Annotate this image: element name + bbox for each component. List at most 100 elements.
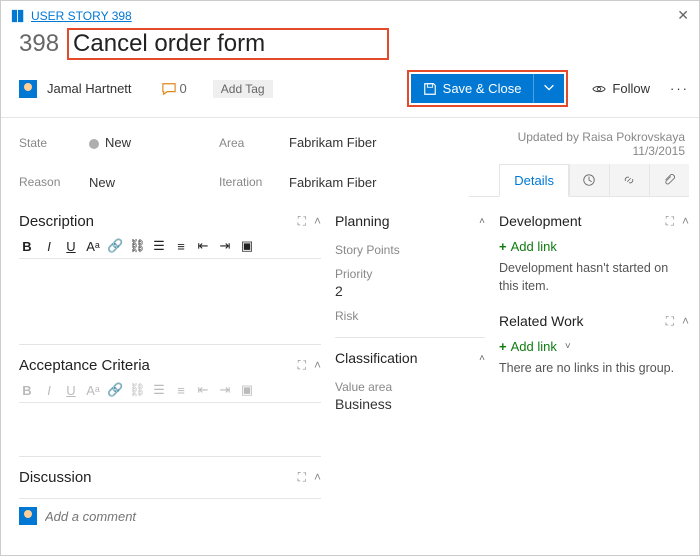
link-button[interactable]: 🔗 bbox=[107, 238, 123, 254]
bullets-button[interactable]: ☰ bbox=[151, 238, 167, 254]
eye-icon bbox=[592, 82, 606, 96]
title-input[interactable] bbox=[73, 30, 383, 58]
link-button[interactable]: 🔗 bbox=[107, 382, 123, 398]
tab-bar: Details bbox=[469, 164, 689, 197]
updated-text: Updated by Raisa Pokrovskaya 11/3/2015 bbox=[469, 128, 689, 158]
area-label: Area bbox=[219, 136, 289, 150]
area-value[interactable]: Fabrikam Fiber bbox=[289, 135, 449, 150]
indent-button[interactable]: ⇥ bbox=[217, 238, 233, 254]
expand-icon[interactable]: ⛶ bbox=[298, 358, 306, 373]
chevron-down-icon: ˅ bbox=[565, 341, 571, 352]
state-value[interactable]: New bbox=[89, 135, 219, 150]
save-icon bbox=[423, 82, 437, 96]
outdent-button[interactable]: ⇤ bbox=[195, 238, 211, 254]
tab-history[interactable] bbox=[569, 164, 609, 196]
add-related-link[interactable]: + Add link ˅ bbox=[499, 339, 689, 354]
image-button[interactable]: ▣ bbox=[239, 238, 255, 254]
collapse-icon[interactable]: ˄ bbox=[479, 216, 485, 227]
expand-icon[interactable]: ⛶ bbox=[298, 470, 306, 485]
state-label: State bbox=[19, 136, 89, 150]
collapse-icon[interactable]: ˄ bbox=[314, 214, 321, 229]
value-area-label: Value area bbox=[335, 380, 485, 394]
numbered-button[interactable]: ≡ bbox=[173, 239, 189, 254]
related-heading: Related Work bbox=[499, 313, 666, 329]
bold-button[interactable]: B bbox=[19, 239, 35, 254]
underline-button[interactable]: U bbox=[63, 239, 79, 254]
development-empty-text: Development hasn't started on this item. bbox=[499, 260, 689, 295]
assignee-name[interactable]: Jamal Hartnett bbox=[47, 81, 132, 96]
collapse-icon[interactable]: ˄ bbox=[682, 314, 689, 329]
related-empty-text: There are no links in this group. bbox=[499, 360, 689, 378]
unlink-button[interactable]: ⛓ bbox=[129, 238, 145, 254]
font-button[interactable]: Aᵃ bbox=[85, 383, 101, 398]
work-item-id: 398 bbox=[19, 30, 59, 58]
state-dot-icon bbox=[89, 139, 99, 149]
underline-button[interactable]: U bbox=[63, 383, 79, 398]
classification-heading: Classification bbox=[335, 350, 475, 366]
collapse-icon[interactable]: ˄ bbox=[314, 470, 321, 485]
development-heading: Development bbox=[499, 213, 666, 229]
iteration-value[interactable]: Fabrikam Fiber bbox=[289, 175, 449, 190]
comments-count: 0 bbox=[180, 81, 187, 96]
risk-label: Risk bbox=[335, 309, 485, 323]
avatar bbox=[19, 507, 37, 525]
acceptance-editor[interactable] bbox=[19, 402, 321, 442]
meta-grid: State New Area Fabrikam Fiber Reason New… bbox=[19, 128, 449, 197]
outdent-button[interactable]: ⇤ bbox=[195, 382, 211, 398]
description-toolbar: B I U Aᵃ 🔗 ⛓ ☰ ≡ ⇤ ⇥ ▣ bbox=[19, 234, 321, 258]
add-development-link[interactable]: + Add link bbox=[499, 239, 689, 254]
planning-heading: Planning bbox=[335, 213, 475, 229]
collapse-icon[interactable]: ˄ bbox=[479, 353, 485, 364]
priority-value[interactable]: 2 bbox=[335, 283, 485, 299]
plus-icon: + bbox=[499, 339, 507, 354]
italic-button[interactable]: I bbox=[41, 383, 57, 398]
link-icon bbox=[622, 173, 636, 187]
image-button[interactable]: ▣ bbox=[239, 382, 255, 398]
expand-icon[interactable]: ⛶ bbox=[666, 214, 674, 229]
collapse-icon[interactable]: ˄ bbox=[314, 358, 321, 373]
avatar bbox=[19, 80, 37, 98]
follow-button[interactable]: Follow bbox=[592, 81, 650, 96]
follow-label: Follow bbox=[612, 81, 650, 96]
breadcrumb-link[interactable]: USER STORY 398 bbox=[31, 9, 132, 23]
iteration-label: Iteration bbox=[219, 175, 289, 189]
description-editor[interactable] bbox=[19, 258, 321, 330]
save-and-close-button[interactable]: Save & Close bbox=[411, 74, 534, 103]
attachment-icon bbox=[662, 173, 676, 187]
tab-links[interactable] bbox=[609, 164, 649, 196]
acceptance-toolbar: B I U Aᵃ 🔗 ⛓ ☰ ≡ ⇤ ⇥ ▣ bbox=[19, 378, 321, 402]
bullets-button[interactable]: ☰ bbox=[151, 382, 167, 398]
description-heading: Description bbox=[19, 213, 298, 230]
value-area-value[interactable]: Business bbox=[335, 396, 485, 412]
acceptance-heading: Acceptance Criteria bbox=[19, 357, 298, 374]
comment-icon bbox=[162, 82, 176, 96]
history-icon bbox=[582, 173, 596, 187]
discussion-input[interactable] bbox=[45, 509, 321, 524]
reason-label: Reason bbox=[19, 175, 89, 189]
priority-label: Priority bbox=[335, 267, 485, 281]
expand-icon[interactable]: ⛶ bbox=[666, 314, 674, 329]
italic-button[interactable]: I bbox=[41, 239, 57, 254]
close-icon[interactable]: ✕ bbox=[677, 7, 689, 24]
more-actions-button[interactable]: ··· bbox=[670, 81, 689, 96]
save-dropdown-button[interactable] bbox=[533, 74, 564, 103]
numbered-button[interactable]: ≡ bbox=[173, 383, 189, 398]
title-highlight bbox=[67, 28, 389, 60]
reason-value[interactable]: New bbox=[89, 175, 219, 190]
save-label: Save & Close bbox=[443, 81, 522, 96]
add-tag-button[interactable]: Add Tag bbox=[213, 80, 273, 98]
book-icon bbox=[11, 9, 25, 23]
save-highlight: Save & Close bbox=[407, 70, 569, 107]
chevron-down-icon bbox=[542, 80, 556, 94]
expand-icon[interactable]: ⛶ bbox=[298, 214, 306, 229]
tab-details[interactable]: Details bbox=[499, 164, 569, 197]
unlink-button[interactable]: ⛓ bbox=[129, 382, 145, 398]
story-points-label: Story Points bbox=[335, 243, 485, 257]
discussion-heading: Discussion bbox=[19, 469, 298, 486]
bold-button[interactable]: B bbox=[19, 383, 35, 398]
tab-attachments[interactable] bbox=[649, 164, 689, 196]
indent-button[interactable]: ⇥ bbox=[217, 382, 233, 398]
comments-indicator[interactable]: 0 bbox=[162, 81, 187, 96]
collapse-icon[interactable]: ˄ bbox=[682, 214, 689, 229]
font-button[interactable]: Aᵃ bbox=[85, 239, 101, 254]
